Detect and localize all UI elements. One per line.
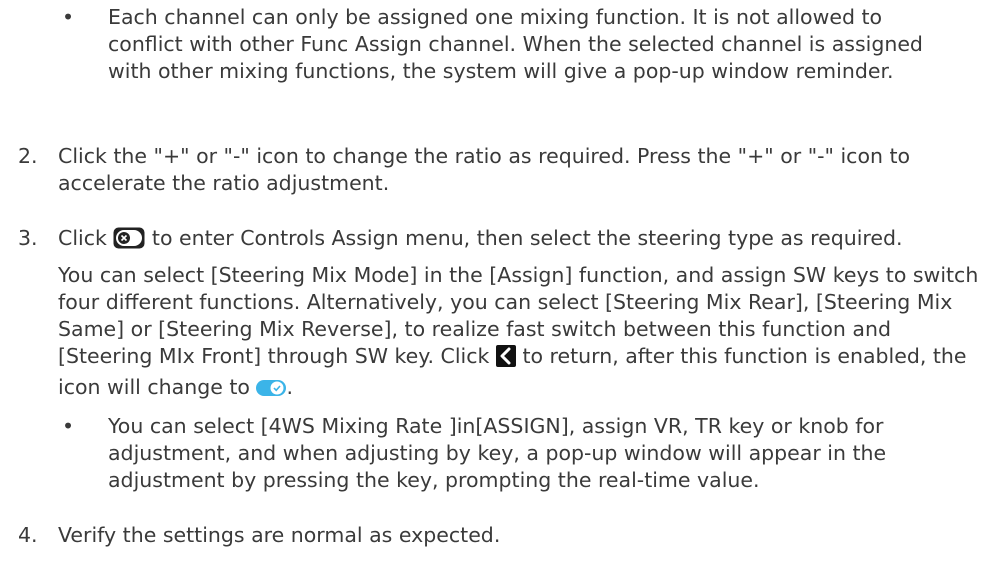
step-text: Click to enter Controls Assign menu, the… [58,225,990,405]
step-number: 2. [18,144,38,168]
step-number: 3. [18,226,38,250]
step-text: Verify the settings are normal as expect… [58,523,501,547]
bullet-marker: • [62,5,75,29]
step-2: 2. Click the "+" or "-" icon to change t… [18,143,990,197]
toggle-on-icon [256,378,287,405]
bullet-item-channel-assign: • Each channel can only be assigned one … [62,4,962,85]
step-3-line-1: Click to enter Controls Assign menu, the… [58,225,990,256]
toggle-off-icon [113,227,145,256]
step-3: 3. Click to enter Controls Assign menu, … [18,225,990,405]
step-text-part: to enter Controls Assign menu, then sele… [151,226,903,250]
bullet-text: You can select [4WS Mixing Rate ]in[ASSI… [108,414,887,492]
step-text-part: . [286,375,293,399]
manual-page: • Each channel can only be assigned one … [0,0,1000,561]
step-3-paragraph-2: You can select [Steering Mix Mode] in th… [58,262,990,405]
chevron-left-icon [495,345,516,374]
bullet-marker: • [62,414,75,438]
step-text: Click the "+" or "-" icon to change the … [58,144,911,195]
bullet-item-4ws-mixing-rate: • You can select [4WS Mixing Rate ]in[AS… [62,413,962,494]
bullet-text: Each channel can only be assigned one mi… [108,5,923,83]
step-4: 4. Verify the settings are normal as exp… [18,522,990,549]
step-number: 4. [18,523,38,547]
step-text-part: Click [58,226,107,250]
